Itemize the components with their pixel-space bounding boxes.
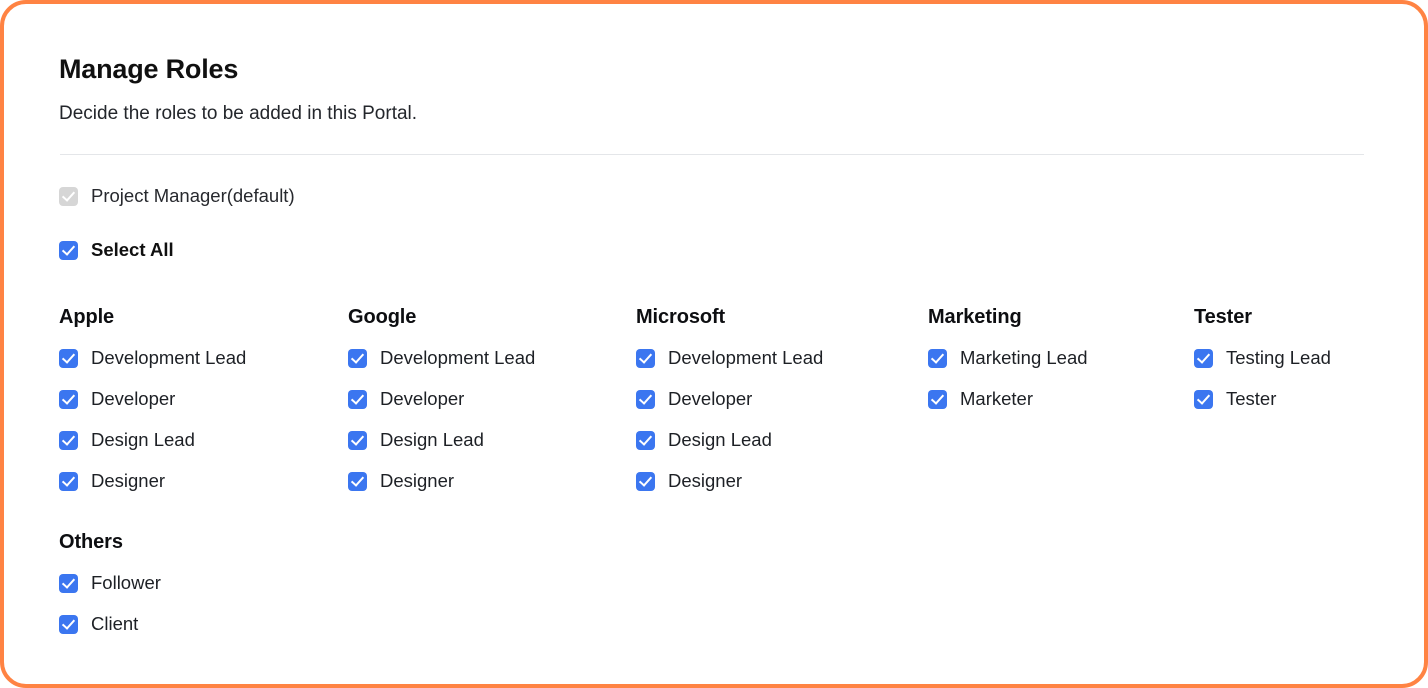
checkbox-label: Developer bbox=[91, 388, 176, 409]
group-title: Apple bbox=[59, 306, 115, 328]
header-divider bbox=[60, 154, 1364, 155]
checkbox-checked-icon[interactable] bbox=[928, 389, 947, 409]
checkbox-checked-icon[interactable] bbox=[928, 348, 947, 368]
checkbox-label: Development Lead bbox=[91, 347, 247, 368]
checkbox-checked-icon[interactable] bbox=[59, 573, 78, 593]
checkbox-label: Marketing Lead bbox=[960, 347, 1088, 368]
checkbox-label: Design Lead bbox=[668, 429, 772, 450]
group-items: Development Lead Developer Design Lead Desi… bbox=[636, 343, 928, 496]
group-items: Development Lead Developer Design Lead Desi… bbox=[59, 343, 348, 496]
role-microsoft-designer[interactable]: Designer bbox=[636, 466, 928, 496]
others-group: Others Follower Client bbox=[59, 530, 1372, 639]
group-apple: Apple Development Lead Developer Design Lea… bbox=[59, 305, 348, 496]
checkbox-label: Development Lead bbox=[380, 347, 536, 368]
checkbox-label: Designer bbox=[380, 470, 455, 491]
checkbox-disabled-icon bbox=[59, 186, 78, 206]
checkbox-checked-icon[interactable] bbox=[348, 389, 367, 409]
role-google-designer[interactable]: Designer bbox=[348, 466, 636, 496]
role-microsoft-design-lead[interactable]: Design Lead bbox=[636, 425, 928, 455]
top-options-list: Project Manager(default) Select All bbox=[59, 181, 1372, 265]
role-apple-designer[interactable]: Designer bbox=[59, 466, 348, 496]
checkbox-label: Marketer bbox=[960, 388, 1033, 409]
checkbox-label: Designer bbox=[91, 470, 166, 491]
checkbox-checked-icon[interactable] bbox=[1194, 348, 1213, 368]
checkbox-checked-icon[interactable] bbox=[59, 240, 78, 260]
checkbox-label: Follower bbox=[91, 572, 161, 593]
page-title: Manage Roles bbox=[59, 54, 239, 84]
checkbox-label: Designer bbox=[668, 470, 743, 491]
option-select-all[interactable]: Select All bbox=[59, 235, 1372, 265]
checkbox-checked-icon[interactable] bbox=[59, 471, 78, 491]
role-tester-testing-lead[interactable]: Testing Lead bbox=[1194, 343, 1394, 373]
group-title: Marketing bbox=[928, 306, 1022, 328]
checkbox-checked-icon[interactable] bbox=[636, 471, 655, 491]
checkbox-label: Development Lead bbox=[668, 347, 824, 368]
page-subtitle: Decide the roles to be added in this Por… bbox=[59, 103, 418, 124]
group-items: Development Lead Developer Design Lead Desi… bbox=[348, 343, 636, 496]
checkbox-label: Design Lead bbox=[91, 429, 195, 450]
option-project-manager-default[interactable]: Project Manager(default) bbox=[59, 181, 1372, 211]
group-items: Marketing Lead Marketer bbox=[928, 343, 1194, 414]
checkbox-checked-icon[interactable] bbox=[59, 389, 78, 409]
role-marketing-marketer[interactable]: Marketer bbox=[928, 384, 1194, 414]
checkbox-label: Tester bbox=[1226, 388, 1277, 409]
panel-content: Manage Roles Decide the roles to be adde… bbox=[4, 4, 1424, 639]
checkbox-checked-icon[interactable] bbox=[636, 389, 655, 409]
role-apple-development-lead[interactable]: Development Lead bbox=[59, 343, 348, 373]
group-title: Tester bbox=[1194, 306, 1252, 328]
checkbox-label: Developer bbox=[668, 388, 753, 409]
checkbox-checked-icon[interactable] bbox=[636, 430, 655, 450]
group-tester: Tester Testing Lead Tester bbox=[1194, 305, 1394, 414]
checkbox-label: Project Manager(default) bbox=[91, 185, 295, 206]
role-others-follower[interactable]: Follower bbox=[59, 568, 1372, 598]
checkbox-label: Testing Lead bbox=[1226, 347, 1331, 368]
others-items: Follower Client bbox=[59, 568, 1372, 639]
group-title: Microsoft bbox=[636, 306, 726, 328]
checkbox-checked-icon[interactable] bbox=[348, 430, 367, 450]
group-title: Google bbox=[348, 306, 417, 328]
role-apple-design-lead[interactable]: Design Lead bbox=[59, 425, 348, 455]
role-google-developer[interactable]: Developer bbox=[348, 384, 636, 414]
checkbox-label: Developer bbox=[380, 388, 465, 409]
group-microsoft: Microsoft Development Lead Developer Design… bbox=[636, 305, 928, 496]
checkbox-checked-icon[interactable] bbox=[636, 348, 655, 368]
role-microsoft-developer[interactable]: Developer bbox=[636, 384, 928, 414]
role-google-development-lead[interactable]: Development Lead bbox=[348, 343, 636, 373]
checkbox-checked-icon[interactable] bbox=[59, 614, 78, 634]
checkbox-checked-icon[interactable] bbox=[1194, 389, 1213, 409]
role-google-design-lead[interactable]: Design Lead bbox=[348, 425, 636, 455]
checkbox-label: Design Lead bbox=[380, 429, 484, 450]
role-groups: Apple Development Lead Developer Design Lea… bbox=[59, 305, 1372, 496]
checkbox-label: Select All bbox=[91, 239, 174, 260]
checkbox-checked-icon[interactable] bbox=[59, 348, 78, 368]
checkbox-label: Client bbox=[91, 613, 139, 634]
checkbox-checked-icon[interactable] bbox=[59, 430, 78, 450]
manage-roles-panel: Manage Roles Decide the roles to be adde… bbox=[0, 0, 1428, 688]
role-tester-tester[interactable]: Tester bbox=[1194, 384, 1394, 414]
checkbox-checked-icon[interactable] bbox=[348, 471, 367, 491]
role-marketing-marketing-lead[interactable]: Marketing Lead bbox=[928, 343, 1194, 373]
others-group-title: Others bbox=[59, 531, 123, 553]
role-apple-developer[interactable]: Developer bbox=[59, 384, 348, 414]
group-marketing: Marketing Marketing Lead Marketer bbox=[928, 305, 1194, 414]
role-microsoft-development-lead[interactable]: Development Lead bbox=[636, 343, 928, 373]
checkbox-checked-icon[interactable] bbox=[348, 348, 367, 368]
group-items: Testing Lead Tester bbox=[1194, 343, 1394, 414]
role-others-client[interactable]: Client bbox=[59, 609, 1372, 639]
group-google: Google Development Lead Developer Design Le… bbox=[348, 305, 636, 496]
